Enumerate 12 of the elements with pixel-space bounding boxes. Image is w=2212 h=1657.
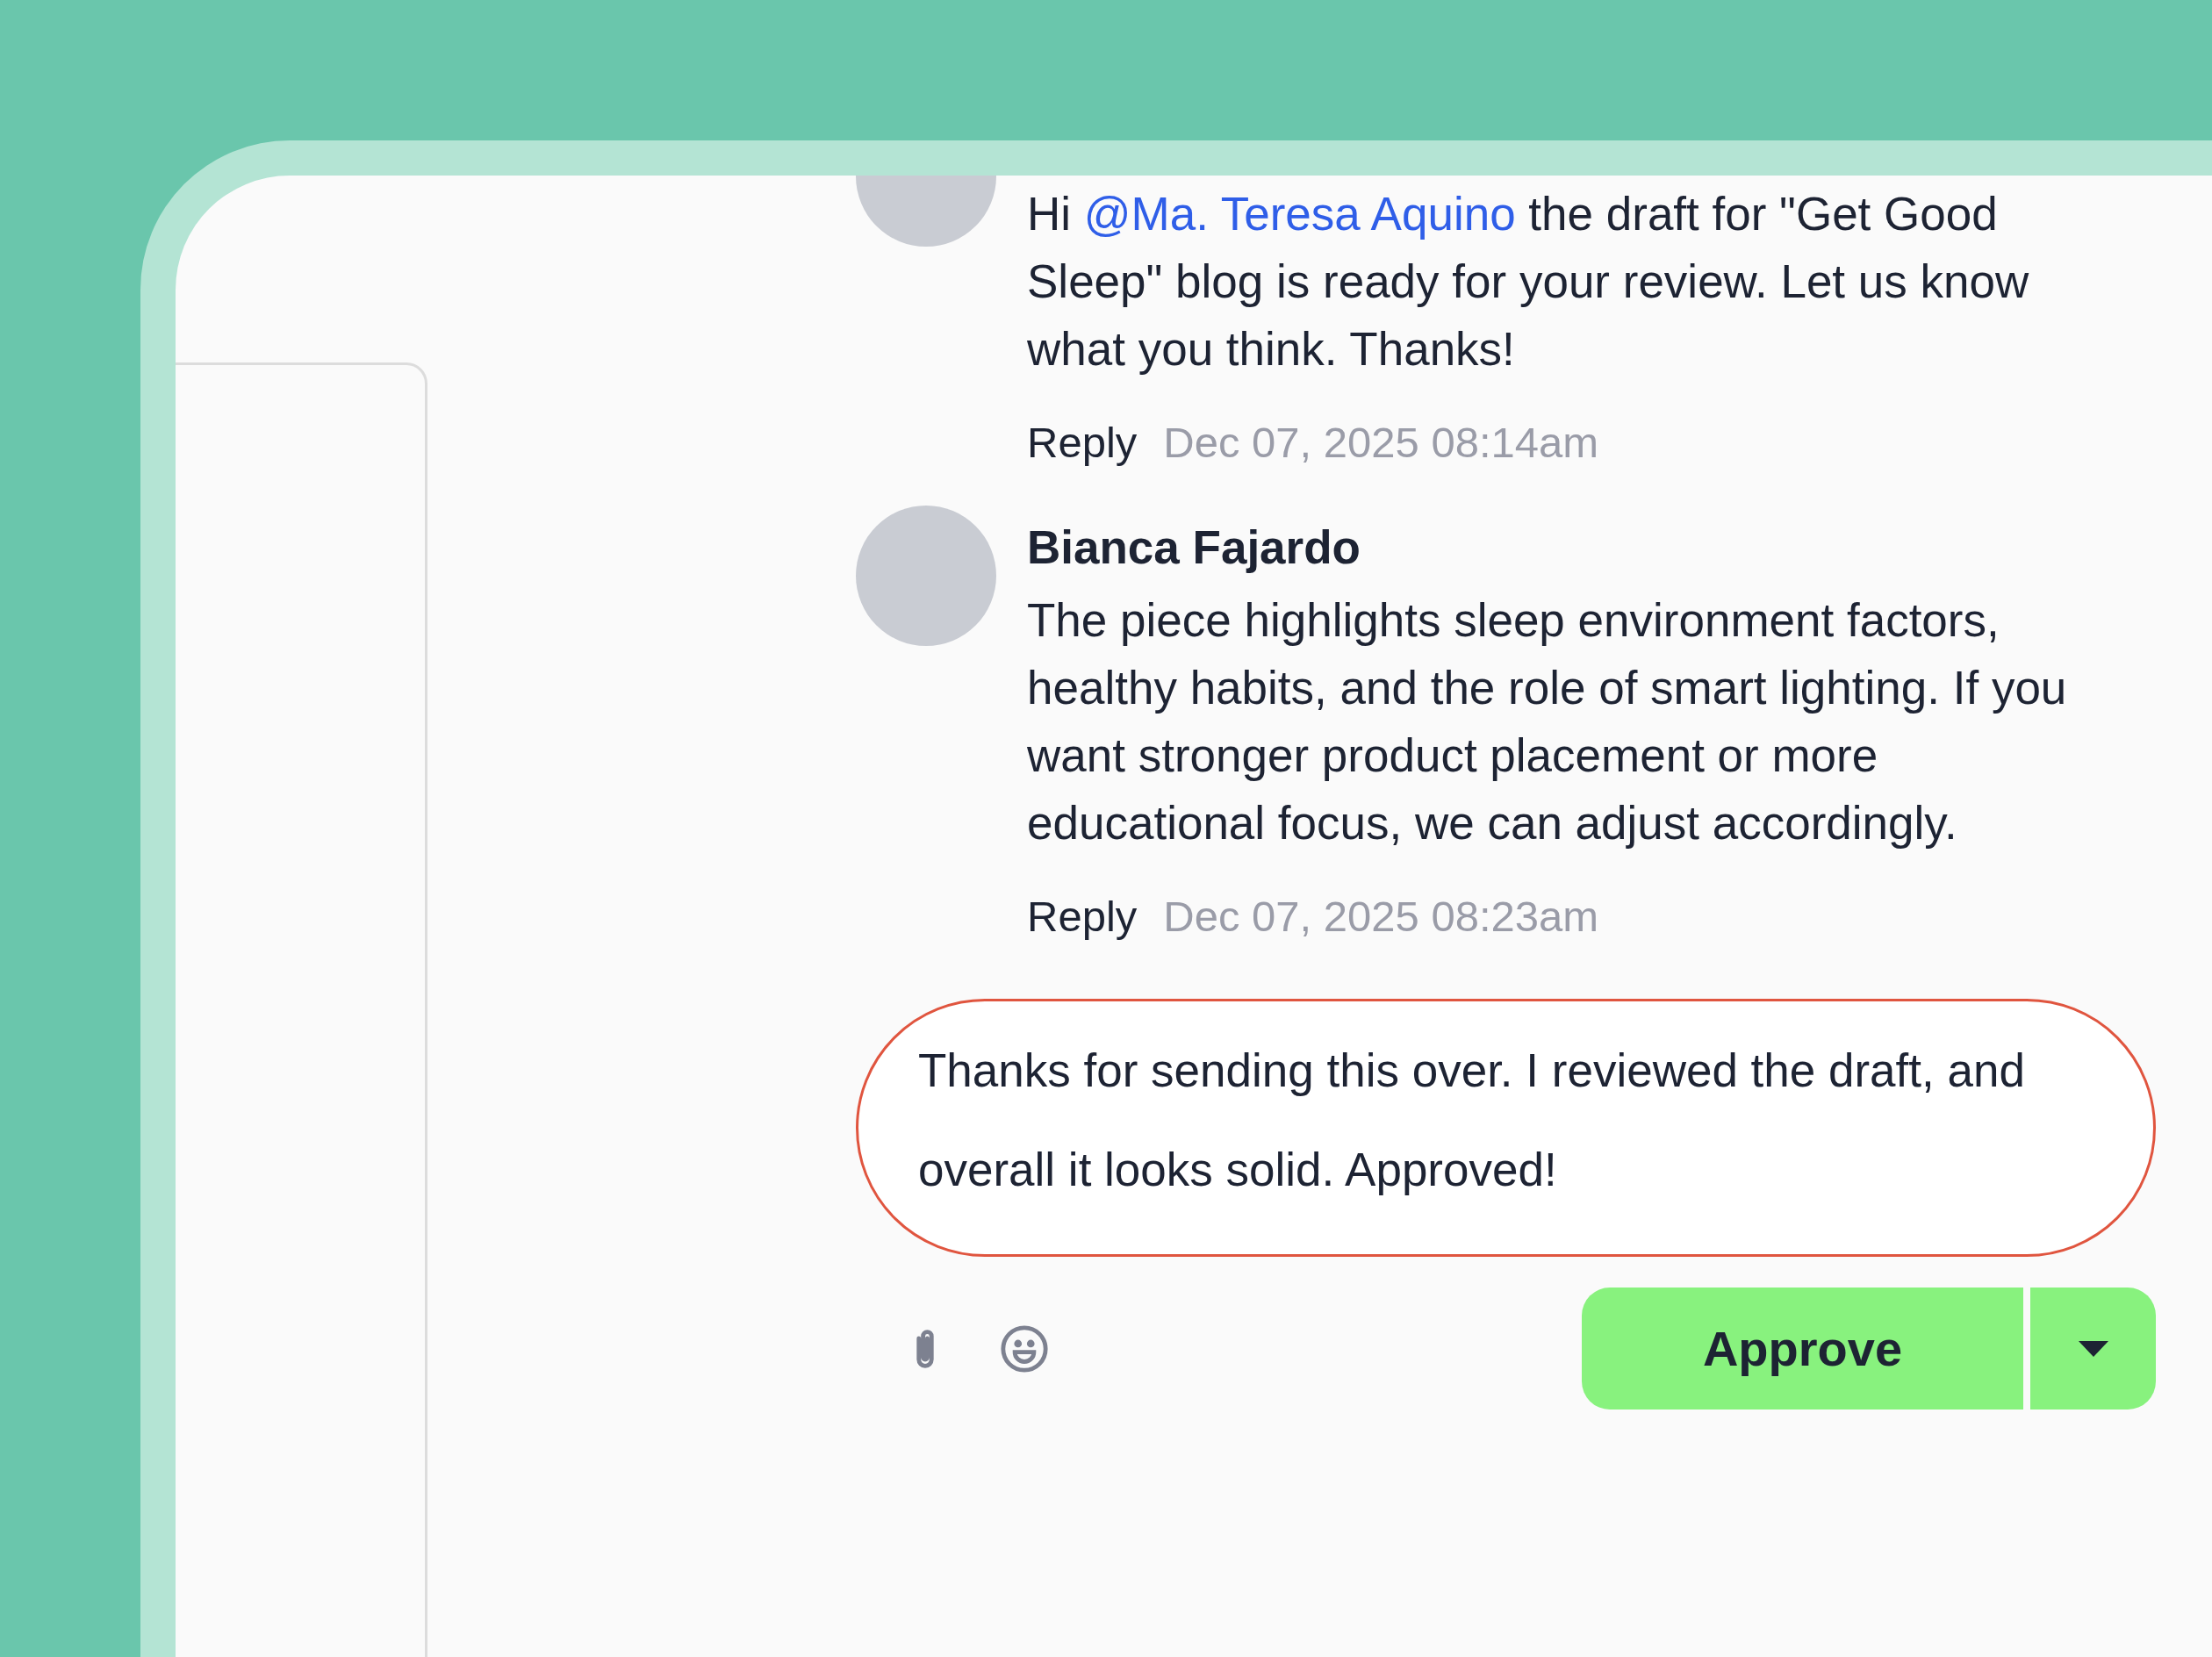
approve-button[interactable]: Approve [1582, 1288, 2023, 1410]
mention-link[interactable]: @Ma. Teresa Aquino [1083, 188, 1516, 240]
timestamp: Dec 07, 2025 08:23am [1163, 892, 1599, 941]
caret-icon [2078, 1340, 2108, 1357]
reply-link[interactable]: Reply [1027, 892, 1138, 941]
emoji-icon[interactable] [999, 1323, 1050, 1374]
comment-text: Hi @Ma. Teresa Aquino the draft for "Get Good Sleep" blog is ready for your review. Let us know what you think. Thanks! [1027, 187, 2030, 377]
author-name: Bianca Fajardo [1027, 520, 1361, 575]
message-field[interactable]: Thanks for sending this over. I reviewed the draft, and overall it looks solid. Approved! [856, 999, 2156, 1257]
reply-link[interactable]: Reply [1027, 418, 1138, 467]
comment-text: The piece highlights sleep environment factors, healthy habits, and the role of smart lighting. If you want stronger product placement or more educational focus, we can adjust accordingly. [1027, 593, 2068, 850]
timestamp: Dec 07, 2025 08:14am [1163, 418, 1599, 467]
